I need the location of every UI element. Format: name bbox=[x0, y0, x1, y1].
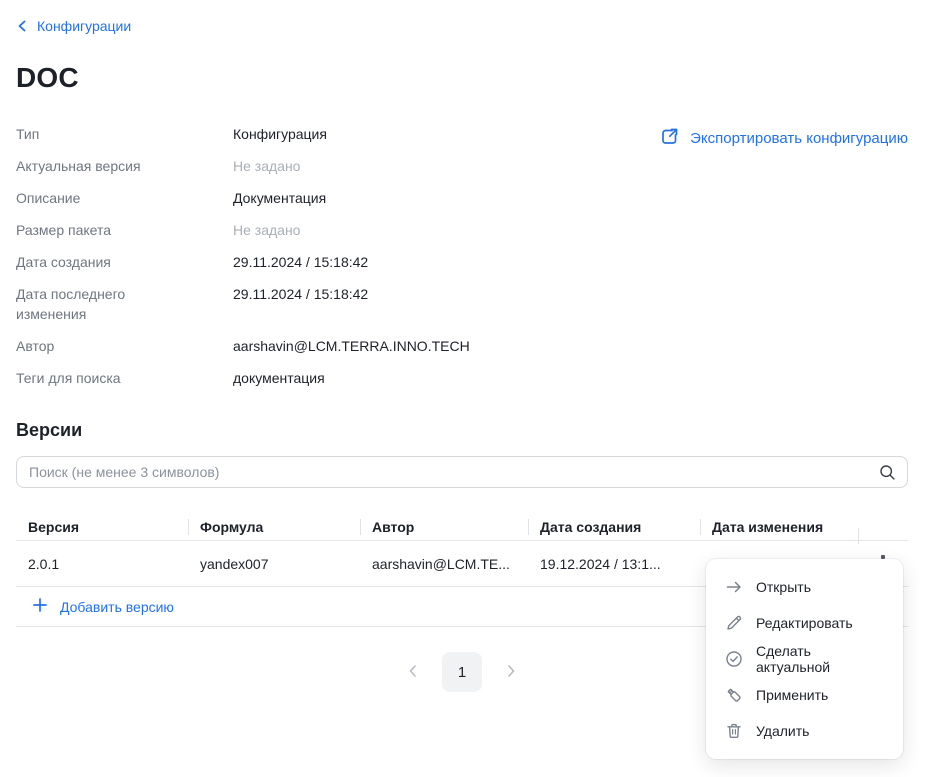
cell-formula: yandex007 bbox=[188, 556, 360, 572]
column-header-version: Версия bbox=[16, 518, 188, 536]
pencil-icon bbox=[724, 613, 744, 633]
menu-item-label: Редактировать bbox=[756, 615, 853, 631]
menu-item-apply[interactable]: Применить bbox=[706, 677, 903, 713]
detail-label-type: Тип bbox=[16, 124, 176, 144]
column-header-formula: Формула bbox=[188, 518, 360, 536]
detail-label-description: Описание bbox=[16, 188, 176, 208]
flash-drive-icon bbox=[724, 685, 744, 705]
column-header-created: Дата создания bbox=[528, 518, 700, 536]
menu-item-label: Удалить bbox=[756, 723, 809, 739]
back-link[interactable]: Конфигурации bbox=[16, 18, 131, 34]
plus-icon bbox=[32, 597, 48, 616]
chevron-right-icon bbox=[503, 663, 519, 682]
pagination-prev-button[interactable] bbox=[401, 659, 425, 686]
detail-value-description: Документация bbox=[233, 188, 636, 208]
detail-value-package-size: Не задано bbox=[233, 220, 636, 240]
details-section: Экспортировать конфигурацию Тип Конфигур… bbox=[16, 124, 908, 388]
chevron-left-icon bbox=[405, 663, 421, 682]
detail-label-created-date: Дата создания bbox=[16, 252, 176, 272]
menu-item-edit[interactable]: Редактировать bbox=[706, 605, 903, 641]
column-header-author: Автор bbox=[360, 518, 528, 536]
search-input[interactable] bbox=[16, 456, 908, 488]
menu-item-label: Открыть bbox=[756, 579, 811, 595]
cell-author: aarshavin@LCM.TE... bbox=[360, 556, 528, 572]
cell-created: 19.12.2024 / 13:1... bbox=[528, 556, 700, 572]
cell-version: 2.0.1 bbox=[16, 556, 188, 572]
export-label: Экспортировать конфигурацию bbox=[690, 130, 908, 147]
column-header-modified: Дата изменения bbox=[700, 518, 858, 536]
detail-value-actual-version: Не задано bbox=[233, 156, 636, 176]
detail-value-search-tags: документация bbox=[233, 368, 636, 388]
export-configuration-button[interactable]: Экспортировать конфигурацию bbox=[659, 126, 908, 151]
menu-item-label: Сделать актуальной bbox=[756, 643, 885, 675]
menu-item-make-actual[interactable]: Сделать актуальной bbox=[706, 641, 903, 677]
export-icon bbox=[659, 126, 680, 151]
detail-label-author: Автор bbox=[16, 336, 176, 356]
detail-label-actual-version: Актуальная версия bbox=[16, 156, 176, 176]
pagination-page-1[interactable]: 1 bbox=[442, 652, 482, 692]
chevron-left-icon bbox=[16, 19, 28, 33]
detail-value-type: Конфигурация bbox=[233, 124, 636, 144]
pagination-next-button[interactable] bbox=[499, 659, 523, 686]
check-circle-icon bbox=[724, 649, 744, 669]
back-link-label: Конфигурации bbox=[37, 18, 131, 34]
page-title: DOC bbox=[16, 62, 908, 94]
search-icon bbox=[878, 463, 897, 487]
detail-value-created-date: 29.11.2024 / 15:18:42 bbox=[233, 252, 636, 272]
detail-value-modified-date: 29.11.2024 / 15:18:42 bbox=[233, 284, 636, 324]
row-context-menu: Открыть Редактировать Сделать актуальной bbox=[706, 559, 903, 759]
menu-item-delete[interactable]: Удалить bbox=[706, 713, 903, 749]
table-header-row: Версия Формула Автор Дата создания Дата … bbox=[16, 513, 908, 541]
menu-item-open[interactable]: Открыть bbox=[706, 569, 903, 605]
details-grid: Тип Конфигурация Актуальная версия Не за… bbox=[16, 124, 636, 388]
detail-label-modified-date: Дата последнего изменения bbox=[16, 284, 176, 324]
versions-heading: Версии bbox=[16, 420, 908, 441]
add-version-label: Добавить версию bbox=[60, 599, 174, 615]
arrow-right-icon bbox=[724, 577, 744, 597]
detail-label-search-tags: Теги для поиска bbox=[16, 368, 176, 388]
search-wrap bbox=[16, 456, 908, 488]
detail-value-author: aarshavin@LCM.TERRA.INNO.TECH bbox=[233, 336, 636, 356]
detail-label-package-size: Размер пакета bbox=[16, 220, 176, 240]
trash-icon bbox=[724, 721, 744, 741]
menu-item-label: Применить bbox=[756, 687, 828, 703]
